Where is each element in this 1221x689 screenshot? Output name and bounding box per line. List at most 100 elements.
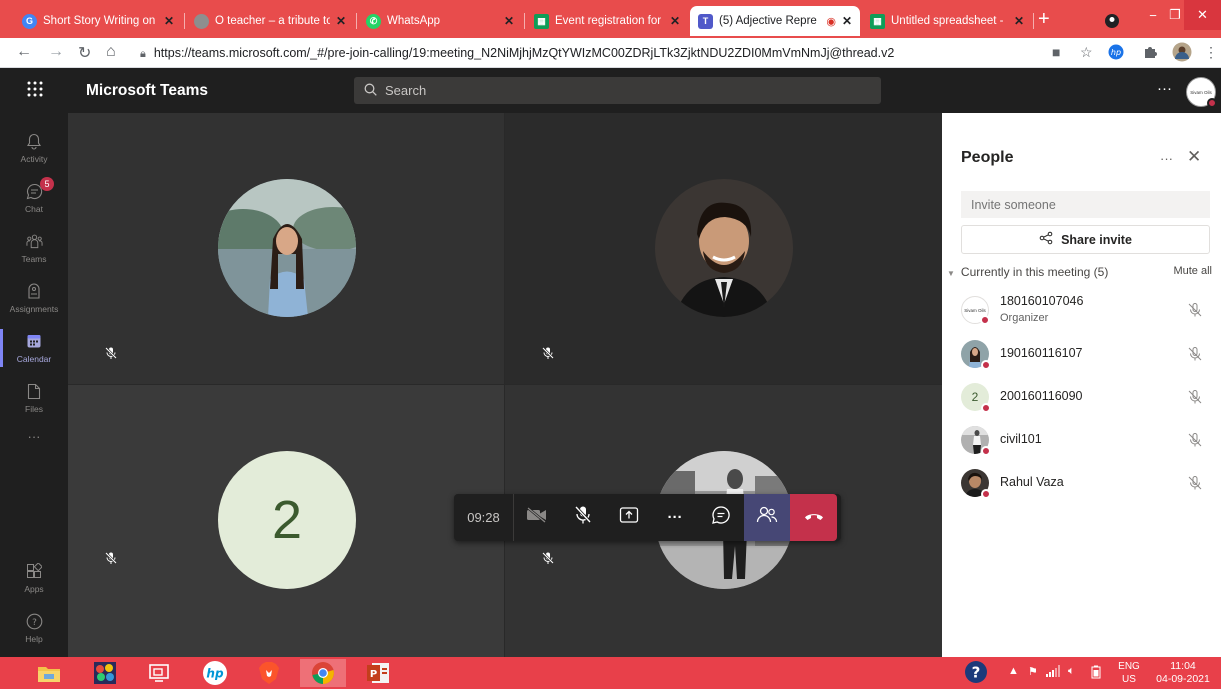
network-signal-icon[interactable]	[1046, 665, 1060, 680]
video-tile-participant-3[interactable]: 2	[68, 385, 504, 657]
rail-item-assignments[interactable]: Assignments	[0, 273, 68, 323]
participant-name: civil101	[1000, 432, 1042, 446]
video-tile-participant-1[interactable]	[68, 113, 504, 384]
taskbar-clock[interactable]: 11:04 04-09-2021	[1150, 660, 1216, 686]
web-icon	[194, 13, 209, 29]
panel-more-button[interactable]: ···	[1160, 151, 1173, 166]
app-rail: Activity Chat 5 Teams Assignments Calend…	[0, 113, 68, 657]
participant-row[interactable]: 2 200160116090	[961, 378, 1211, 416]
user-avatar[interactable]: Sivam Oils	[1186, 77, 1217, 108]
extensions-puzzle-icon[interactable]	[1143, 44, 1157, 61]
participant-name: 200160116090	[1000, 389, 1083, 403]
close-tab-icon[interactable]: ✕	[1014, 14, 1024, 28]
close-tab-icon[interactable]: ✕	[670, 14, 680, 28]
close-window-button[interactable]: ✕	[1184, 0, 1221, 30]
svg-text:P: P	[370, 669, 377, 680]
mute-all-button[interactable]: Mute all	[1173, 265, 1212, 277]
leave-call-button[interactable]	[790, 494, 837, 541]
rail-label: Chat	[25, 203, 43, 214]
chevron-down-icon: ▼	[947, 269, 955, 278]
browser-tab-short-story[interactable]: G Short Story Writing on ✕	[14, 6, 182, 36]
close-tab-icon[interactable]: ✕	[164, 14, 174, 28]
muted-mic-icon	[1187, 475, 1203, 491]
browser-menu-icon[interactable]: ⋮	[1204, 44, 1218, 61]
rail-label: Assignments	[9, 303, 59, 314]
remote-desktop-icon[interactable]	[136, 659, 182, 687]
mic-off-icon	[574, 505, 592, 530]
profile-avatar-icon[interactable]	[1172, 42, 1192, 65]
chat-icon	[711, 505, 731, 530]
tab-title: O teacher – a tribute to	[215, 15, 330, 27]
in-meeting-section-header[interactable]: ▼ Currently in this meeting (5) Mute all	[947, 265, 1212, 283]
participants-toggle-button[interactable]	[744, 494, 790, 541]
hp-extension-icon[interactable]: hp	[1108, 44, 1124, 63]
call-controls-bar: 09:28 ···	[454, 494, 841, 541]
tab-title: WhatsApp	[387, 15, 441, 27]
chrome-browser-icon[interactable]	[300, 659, 346, 687]
forward-icon[interactable]: →	[48, 43, 64, 61]
rail-item-chat[interactable]: Chat 5	[0, 173, 68, 223]
help-tray-icon[interactable]: ?	[964, 660, 988, 687]
reload-icon[interactable]: ↻	[78, 43, 91, 63]
powerpoint-icon[interactable]: P	[355, 659, 401, 687]
rail-item-apps[interactable]: Apps	[0, 553, 68, 603]
video-tile-participant-2[interactable]	[505, 113, 942, 384]
sheets-icon: ▦	[870, 13, 885, 29]
clock-time: 11:04	[1170, 660, 1196, 672]
settings-more-button[interactable]: ···	[1157, 80, 1172, 97]
share-invite-button[interactable]: Share invite	[961, 225, 1210, 254]
tab-title: Short Story Writing on	[43, 15, 156, 27]
participant-name: 180160107046	[1000, 294, 1084, 308]
more-actions-text: ···	[667, 509, 683, 526]
avatar-logo-text: Sivam Oils	[1190, 89, 1212, 95]
participant-row[interactable]: civil101	[961, 421, 1211, 459]
avatar	[961, 426, 991, 456]
invite-someone-input[interactable]	[961, 191, 1210, 218]
new-tab-button[interactable]: +	[1038, 8, 1050, 31]
participant-row[interactable]: Sivam Oils 180160107046 Organizer	[961, 291, 1211, 329]
back-icon[interactable]: ←	[16, 43, 32, 61]
windows-taskbar: hp P ? ▲ ⚑ 🔈︎ ENG US 11:04 04-09-2021	[0, 657, 1221, 689]
rail-more-apps-button[interactable]: ···	[0, 416, 68, 456]
bookmark-star-icon[interactable]: ☆	[1080, 44, 1093, 61]
input-language-indicator[interactable]: ENG US	[1114, 660, 1144, 686]
brave-browser-icon[interactable]	[246, 659, 292, 687]
browser-tab-untitled-spreadsheet[interactable]: ▦ Untitled spreadsheet - ✕	[862, 6, 1032, 36]
more-actions-button[interactable]: ···	[652, 494, 698, 541]
rail-item-activity[interactable]: Activity	[0, 123, 68, 173]
show-hidden-icons-icon[interactable]: ▲	[1008, 665, 1019, 677]
action-flag-icon[interactable]: ⚑	[1028, 665, 1038, 678]
photos-app-icon[interactable]	[82, 659, 128, 687]
browser-tab-event-registration[interactable]: ▦ Event registration for T ✕	[526, 6, 688, 36]
browser-tab-teams-active[interactable]: T (5) Adjective Repre ◉ ✕	[690, 6, 860, 36]
close-tab-icon[interactable]: ✕	[336, 14, 346, 28]
hp-app-icon[interactable]: hp	[192, 659, 238, 687]
close-icon[interactable]: ✕	[1187, 147, 1201, 167]
close-tab-icon[interactable]: ✕	[504, 14, 514, 28]
rail-item-help[interactable]: ? Help	[0, 603, 68, 653]
rail-item-teams[interactable]: Teams	[0, 223, 68, 273]
camera-icon[interactable]: ■	[1052, 44, 1060, 60]
browser-tab-o-teacher[interactable]: O teacher – a tribute to ✕	[186, 6, 354, 36]
volume-icon[interactable]: 🔈︎	[1068, 665, 1075, 678]
url-field[interactable]: 🔒︎ https://teams.microsoft.com/_#/pre-joi…	[140, 43, 1020, 64]
participant-row[interactable]: 190160116107	[961, 335, 1211, 373]
browser-tab-whatsapp[interactable]: ✆ WhatsApp ✕	[358, 6, 522, 36]
participant-row[interactable]: Rahul Vaza	[961, 464, 1211, 502]
muted-mic-icon	[1187, 432, 1203, 448]
google-icon: G	[22, 13, 37, 29]
share-screen-button[interactable]	[606, 494, 652, 541]
rail-item-calendar[interactable]: Calendar	[0, 323, 68, 373]
camera-toggle-button[interactable]	[514, 494, 560, 541]
close-tab-icon[interactable]: ✕	[842, 14, 852, 28]
file-explorer-icon[interactable]	[26, 659, 72, 687]
app-launcher-icon[interactable]	[26, 80, 44, 103]
home-icon[interactable]: ⌂	[106, 43, 116, 61]
search-input[interactable]: Search	[354, 77, 881, 104]
battery-icon[interactable]	[1089, 665, 1103, 682]
svg-text:?: ?	[32, 618, 37, 628]
whatsapp-icon: ✆	[366, 13, 381, 29]
mic-toggle-button[interactable]	[560, 494, 606, 541]
profile-icon[interactable]	[1100, 6, 1124, 36]
chat-toggle-button[interactable]	[698, 494, 744, 541]
